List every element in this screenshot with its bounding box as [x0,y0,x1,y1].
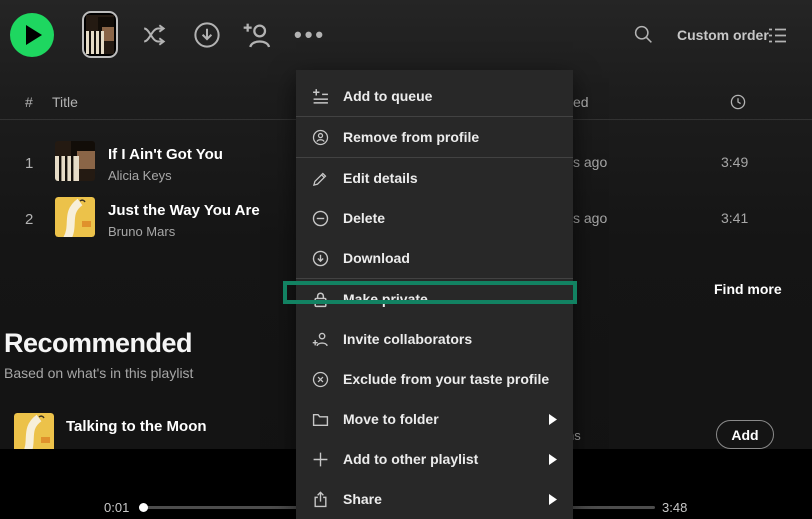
user-circle-icon [312,129,330,146]
menu-item-label: Make private [343,291,428,307]
menu-item-add-to-queue[interactable]: Add to queue [296,76,573,116]
find-more-link[interactable]: Find more [714,281,782,297]
list-view-icon[interactable] [768,27,787,44]
column-header-index[interactable]: # [25,94,33,110]
track-title[interactable]: If I Ain't Got You [108,146,223,163]
album-art-yellow [55,197,95,237]
menu-item-label: Edit details [343,170,418,186]
minus-circle-icon [312,210,330,227]
play-icon [26,25,42,45]
folder-icon [312,411,330,428]
playlist-page: ••• Custom order # Title ed 1 If I Ain't… [0,0,812,519]
track-date-added-partial: s ago [573,210,608,226]
recommended-heading: Recommended [4,328,193,358]
menu-item-label: Add to queue [343,88,433,104]
menu-item-exclude-taste-profile[interactable]: Exclude from your taste profile [296,359,573,399]
download-icon[interactable] [192,20,222,50]
album-art-piano [55,141,95,181]
user-plus-icon [312,331,330,348]
menu-item-label: Invite collaborators [343,331,473,347]
menu-item-make-private[interactable]: Make private [296,279,573,319]
sort-order-label[interactable]: Custom order [677,27,769,43]
track-duration: 3:41 [721,210,749,226]
column-header-date-added-partial: ed [573,94,589,110]
menu-item-edit-details[interactable]: Edit details [296,158,573,198]
add-collaborator-icon[interactable] [240,19,274,51]
download-circle-icon [312,250,330,267]
track-date-added-partial: s ago [573,154,608,170]
album-art-piano [86,15,114,54]
pencil-icon [312,170,330,187]
menu-item-download[interactable]: Download [296,238,573,278]
share-icon [312,490,330,508]
track-artist[interactable]: Bruno Mars [108,224,175,239]
lock-icon [312,291,330,308]
x-circle-icon [312,371,330,388]
menu-item-share[interactable]: Share [296,479,573,519]
menu-item-label: Move to folder [343,411,439,427]
menu-item-label: Share [343,491,382,507]
track-artist[interactable]: Alicia Keys [108,168,172,183]
play-button[interactable] [10,13,54,57]
track-index: 2 [25,211,34,228]
column-header-title[interactable]: Title [52,94,78,110]
playlist-cover-thumbnail[interactable] [82,11,118,58]
track-duration: 3:49 [721,154,749,170]
more-options-button[interactable]: ••• [294,22,326,48]
submenu-arrow-icon [549,453,557,465]
menu-item-label: Remove from profile [343,129,480,145]
menu-item-invite-collaborators[interactable]: Invite collaborators [296,319,573,359]
menu-item-delete[interactable]: Delete [296,198,573,238]
context-menu: Add to queue Remove from profile Edit de… [296,70,573,519]
progress-handle[interactable] [139,503,148,512]
clock-icon[interactable] [730,94,746,110]
menu-item-label: Exclude from your taste profile [343,371,550,387]
menu-item-move-to-folder[interactable]: Move to folder [296,399,573,439]
menu-item-add-to-other-playlist[interactable]: Add to other playlist [296,439,573,479]
menu-item-label: Download [343,250,410,266]
shuffle-icon[interactable] [138,22,172,48]
elapsed-time: 0:01 [104,500,130,515]
track-index: 1 [25,155,34,172]
menu-item-remove-from-profile[interactable]: Remove from profile [296,117,573,157]
plus-icon [312,451,330,468]
submenu-arrow-icon [549,413,557,425]
submenu-arrow-icon [549,493,557,505]
recommended-track-title[interactable]: Talking to the Moon [66,418,207,435]
recommended-subtitle: Based on what's in this playlist [4,365,194,381]
album-art-yellow [14,413,54,453]
search-icon[interactable] [633,24,654,45]
menu-item-label: Delete [343,210,386,226]
add-to-queue-icon [312,88,330,105]
track-title[interactable]: Just the Way You Are [108,202,260,219]
total-duration: 3:48 [662,500,688,515]
add-button[interactable]: Add [716,420,774,449]
menu-item-label: Add to other playlist [343,451,479,467]
